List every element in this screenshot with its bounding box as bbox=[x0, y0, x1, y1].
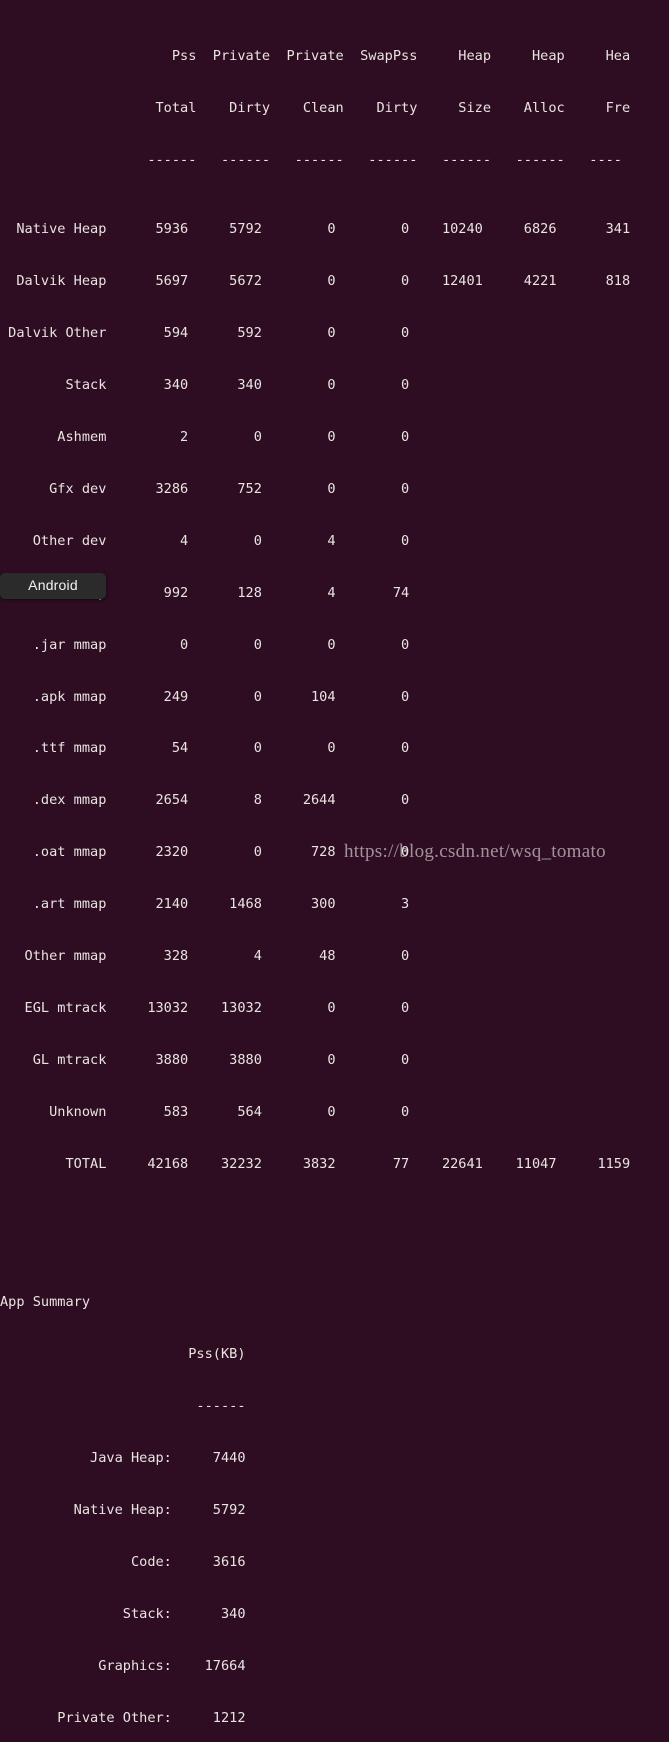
table-row: .art mmap 2140 1468 300 3 bbox=[0, 896, 410, 913]
table-row: Stack 340 340 0 0 bbox=[0, 376, 410, 393]
app-summary-row: Java Heap: 7440 bbox=[0, 1450, 246, 1467]
app-summary-separator: ------ bbox=[0, 1398, 246, 1415]
table-row: Other mmap 328 4 48 0 bbox=[0, 948, 410, 965]
android-tooltip: Android bbox=[0, 573, 106, 599]
android-tooltip-label: Android bbox=[28, 577, 78, 594]
table-row: Ashmem 2 0 0 0 bbox=[0, 428, 410, 445]
app-summary-row: Native Heap: 5792 bbox=[0, 1502, 246, 1519]
table-row: .apk mmap 249 0 104 0 bbox=[0, 688, 410, 705]
table-row: Gfx dev 3286 752 0 0 bbox=[0, 480, 410, 497]
table-row: .jar mmap 0 0 0 0 bbox=[0, 636, 410, 653]
table-row: .ttf mmap 54 0 0 0 bbox=[0, 740, 410, 757]
table-row-total: TOTAL 42168 32232 3832 77 22641 11047 11… bbox=[0, 1155, 631, 1172]
app-summary-row: Code: 3616 bbox=[0, 1554, 246, 1571]
table-row: .dex mmap 2654 8 2644 0 bbox=[0, 792, 410, 809]
table-row: .oat mmap 2320 0 728 0 bbox=[0, 844, 410, 861]
table-header-row-1: Pss Private Private SwapPss Heap Heap He… bbox=[0, 47, 631, 64]
table-header-row-2: Total Dirty Clean Dirty Size Alloc Fre bbox=[0, 99, 631, 116]
app-summary-row: Private Other: 1212 bbox=[0, 1709, 246, 1726]
table-row: Unknown 583 564 0 0 bbox=[0, 1104, 410, 1120]
app-summary-column-header: Pss(KB) bbox=[0, 1346, 246, 1363]
terminal-output: Pss Private Private SwapPss Heap Heap He… bbox=[0, 0, 669, 1726]
app-summary-title: App Summary bbox=[0, 1294, 91, 1311]
table-row: Dalvik Other 594 592 0 0 bbox=[0, 324, 410, 341]
app-summary-row: Stack: 340 bbox=[0, 1606, 246, 1623]
table-row: EGL mtrack 13032 13032 0 0 bbox=[0, 1000, 410, 1017]
table-row: Native Heap 5936 5792 0 0 10240 6826 341 bbox=[0, 221, 631, 238]
app-summary-row: Graphics: 17664 bbox=[0, 1658, 246, 1674]
table-row: GL mtrack 3880 3880 0 0 bbox=[0, 1052, 410, 1069]
table-row: Dalvik Heap 5697 5672 0 0 12401 4221 818 bbox=[0, 273, 631, 289]
table-row: Other dev 4 0 4 0 bbox=[0, 532, 410, 549]
table-header-separator: ------ ------ ------ ------ ------ -----… bbox=[0, 151, 622, 168]
